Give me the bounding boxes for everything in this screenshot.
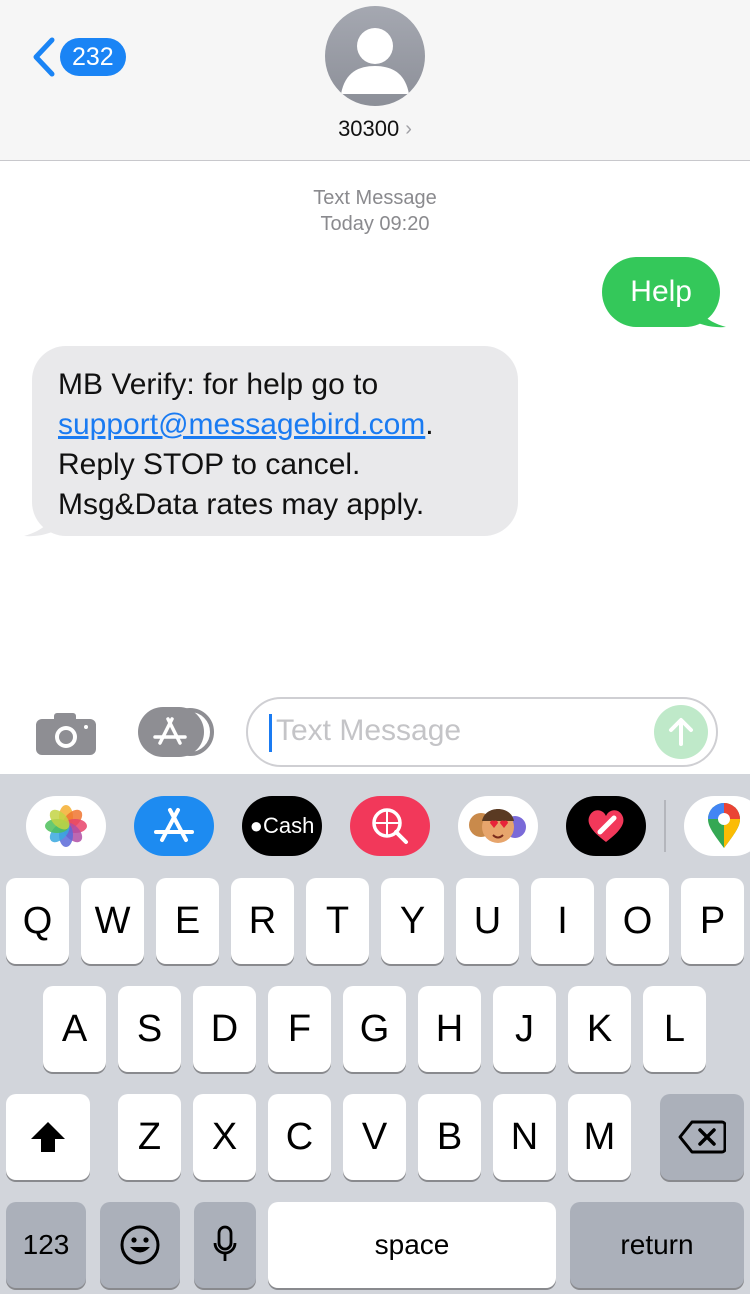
dictation-key[interactable] — [194, 1202, 256, 1288]
text-cursor — [269, 714, 272, 752]
space-key[interactable]: space — [268, 1202, 556, 1288]
key-a[interactable]: A — [43, 986, 106, 1072]
camera-icon[interactable] — [36, 713, 96, 755]
map-pin-icon — [708, 803, 740, 848]
shift-icon — [31, 1122, 65, 1152]
key-s[interactable]: S — [118, 986, 181, 1072]
apple-cash-app-icon[interactable]: ●Cash — [242, 796, 322, 856]
support-email-link[interactable]: support@messagebird.com — [58, 408, 425, 441]
key-z[interactable]: Z — [118, 1094, 181, 1180]
key-n[interactable]: N — [493, 1094, 556, 1180]
apple-cash-label: ●Cash — [249, 813, 315, 838]
key-r[interactable]: R — [231, 878, 294, 964]
key-o[interactable]: O — [606, 878, 669, 964]
app-store-app-icon[interactable] — [134, 796, 214, 856]
chevron-left-icon — [33, 37, 55, 77]
imessage-app-drawer: ●Cash — [0, 774, 750, 878]
incoming-bubble-tail — [24, 506, 60, 537]
key-v[interactable]: V — [343, 1094, 406, 1180]
message-timestamp: Today 09:20 — [320, 213, 430, 235]
emoji-key[interactable] — [100, 1202, 180, 1288]
incoming-message-punct: . — [425, 408, 434, 441]
unread-count-badge: 232 — [60, 38, 126, 76]
numbers-key[interactable]: 123 — [6, 1202, 86, 1288]
key-e[interactable]: E — [156, 878, 219, 964]
app-store-a-icon — [154, 808, 194, 842]
contact-avatar[interactable] — [325, 6, 425, 106]
send-button[interactable] — [654, 705, 708, 759]
return-key[interactable]: return — [570, 1202, 744, 1288]
incoming-message-line: Msg&Data rates may apply. — [58, 488, 425, 521]
magnifier-globe-icon — [372, 808, 408, 844]
photos-icon — [45, 805, 87, 847]
incoming-message-bubble[interactable]: MB Verify: for help go to support@messag… — [32, 346, 518, 536]
key-k[interactable]: K — [568, 986, 631, 1072]
key-u[interactable]: U — [456, 878, 519, 964]
app-drawer-divider — [664, 800, 666, 852]
chevron-right-icon: › — [405, 117, 412, 140]
key-p[interactable]: P — [681, 878, 744, 964]
message-kind-label: Text Message — [313, 187, 437, 209]
key-x[interactable]: X — [193, 1094, 256, 1180]
key-l[interactable]: L — [643, 986, 706, 1072]
key-y[interactable]: Y — [381, 878, 444, 964]
key-d[interactable]: D — [193, 986, 256, 1072]
key-m[interactable]: M — [568, 1094, 631, 1180]
contact-name: 30300 — [338, 116, 400, 141]
key-w[interactable]: W — [81, 878, 144, 964]
key-b[interactable]: B — [418, 1094, 481, 1180]
emoji-icon — [120, 1225, 160, 1265]
key-c[interactable]: C — [268, 1094, 331, 1180]
key-g[interactable]: G — [343, 986, 406, 1072]
key-t[interactable]: T — [306, 878, 369, 964]
heart-touch-icon — [588, 810, 624, 842]
back-button[interactable]: 232 — [30, 36, 126, 78]
memoji-stickers-app-icon[interactable] — [458, 796, 538, 856]
app-store-icon[interactable] — [138, 707, 214, 757]
incoming-message-text: MB Verify: for help go to — [58, 368, 379, 401]
key-j[interactable]: J — [493, 986, 556, 1072]
arrow-up-icon — [669, 718, 693, 746]
outgoing-bubble-tail — [690, 297, 726, 328]
person-icon — [341, 28, 409, 94]
delete-icon — [678, 1120, 726, 1154]
message-input-placeholder: Text Message — [276, 714, 462, 747]
key-i[interactable]: I — [531, 878, 594, 964]
shift-key[interactable] — [6, 1094, 90, 1180]
contact-name-button[interactable]: 30300 › — [0, 116, 750, 142]
search-images-app-icon[interactable] — [350, 796, 430, 856]
microphone-icon — [213, 1225, 237, 1261]
key-f[interactable]: F — [268, 986, 331, 1072]
google-maps-app-icon[interactable] — [684, 796, 750, 856]
photos-app-icon[interactable] — [26, 796, 106, 856]
delete-key[interactable] — [660, 1094, 744, 1180]
key-q[interactable]: Q — [6, 878, 69, 964]
key-h[interactable]: H — [418, 986, 481, 1072]
incoming-message-line: Reply STOP to cancel. — [58, 448, 361, 481]
keyboard: ●Cash Q W E R T Y U I O P A S D F G H J … — [0, 774, 750, 1294]
digital-touch-app-icon[interactable] — [566, 796, 646, 856]
conversation-header: 232 30300 › — [0, 0, 750, 161]
memoji-icon — [469, 809, 526, 843]
